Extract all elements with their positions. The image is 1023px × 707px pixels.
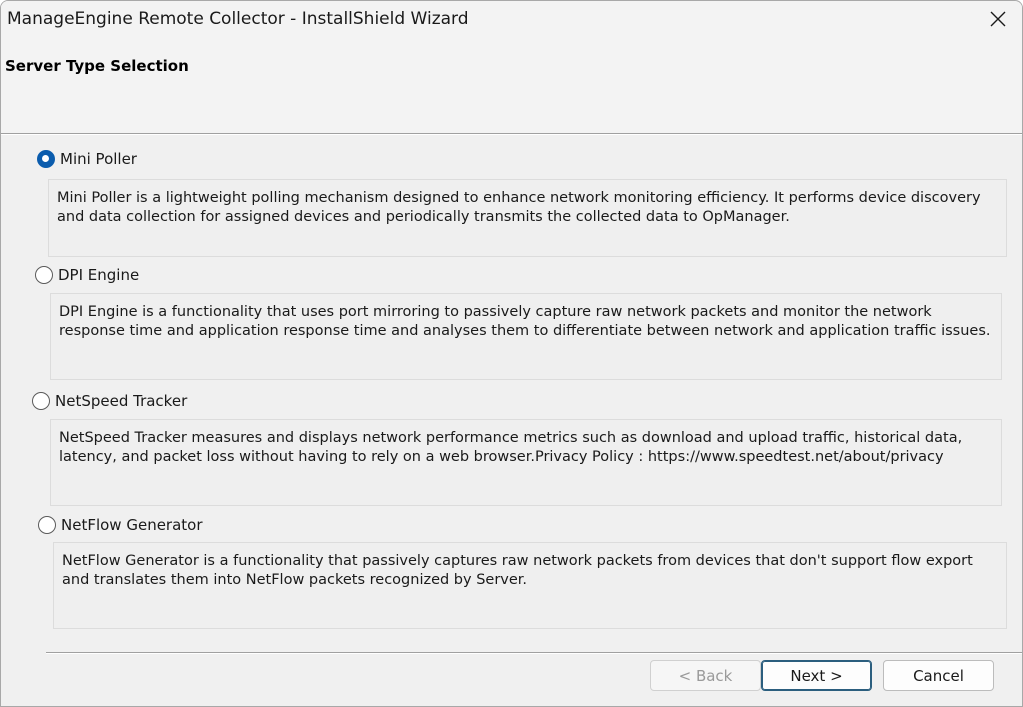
wizard-window: ManageEngine Remote Collector - InstallS… [0, 0, 1023, 707]
radio-button[interactable] [32, 392, 50, 410]
title-bar: ManageEngine Remote Collector - InstallS… [1, 1, 1022, 37]
header-panel: Server Type Selection [1, 37, 1022, 133]
radio-mini-poller[interactable]: Mini Poller [37, 150, 137, 168]
back-button[interactable]: < Back [650, 660, 761, 691]
description-netflow-generator: NetFlow Generator is a functionality tha… [53, 542, 1007, 629]
close-icon [990, 11, 1006, 27]
option-label-dpi-engine: DPI Engine [58, 266, 140, 284]
option-label-mini-poller: Mini Poller [60, 150, 137, 168]
option-label-netflow-generator: NetFlow Generator [61, 516, 203, 534]
radio-netflow-generator[interactable]: NetFlow Generator [38, 516, 203, 534]
radio-dpi-engine[interactable]: DPI Engine [35, 266, 139, 284]
radio-netspeed-tracker[interactable]: NetSpeed Tracker [32, 392, 187, 410]
radio-button[interactable] [35, 266, 53, 284]
description-mini-poller: Mini Poller is a lightweight polling mec… [48, 179, 1007, 257]
window-title: ManageEngine Remote Collector - InstallS… [7, 9, 469, 29]
next-button[interactable]: Next > [761, 660, 872, 691]
radio-button[interactable] [38, 516, 56, 534]
close-button[interactable] [974, 1, 1022, 37]
radio-button-selected[interactable] [37, 150, 55, 168]
description-dpi-engine: DPI Engine is a functionality that uses … [50, 293, 1002, 380]
page-title: Server Type Selection [5, 57, 189, 75]
cancel-button[interactable]: Cancel [883, 660, 994, 691]
description-netspeed-tracker: NetSpeed Tracker measures and displays n… [50, 419, 1002, 506]
header-divider [1, 133, 1022, 135]
footer-divider [46, 652, 1022, 654]
option-label-netspeed-tracker: NetSpeed Tracker [55, 392, 188, 410]
